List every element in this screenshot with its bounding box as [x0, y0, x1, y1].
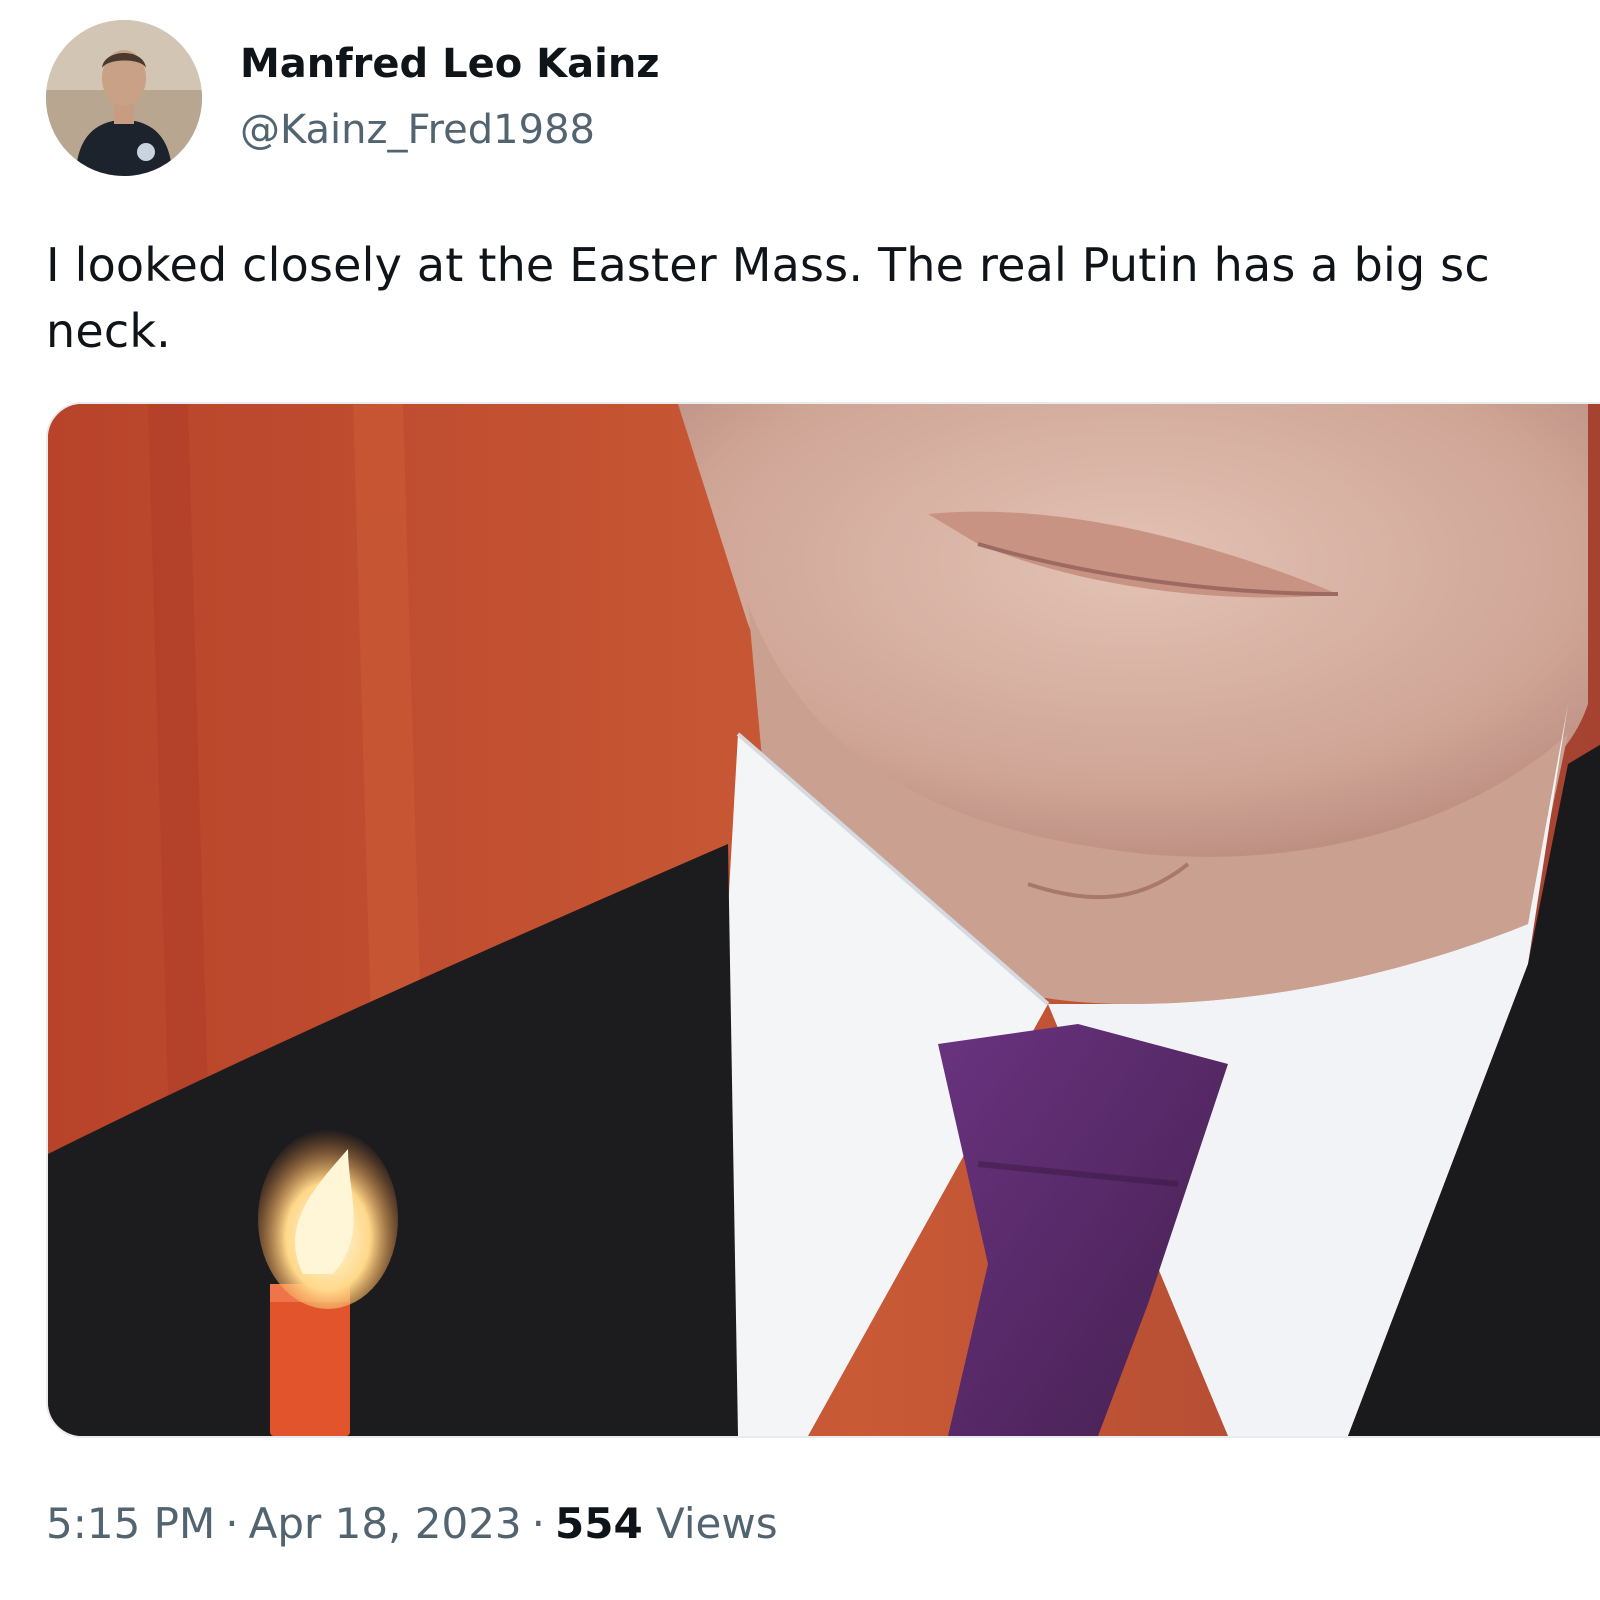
author-display-name[interactable]: Manfred Leo Kainz	[240, 36, 660, 92]
author-handle[interactable]: @Kainz_Fred1988	[240, 102, 660, 158]
tweet-metadata: 5:15 PM · Apr 18, 2023 · 554 Views	[46, 1494, 778, 1554]
author-info: Manfred Leo Kainz @Kainz_Fred1988	[240, 36, 660, 158]
tweet-text-line: neck.	[46, 304, 172, 358]
author-avatar[interactable]	[46, 20, 202, 176]
separator-dot: ·	[225, 1499, 239, 1548]
views-label: Views	[656, 1499, 778, 1548]
tweet-text: I looked closely at the Easter Mass. The…	[46, 232, 1600, 364]
views-count: 554	[555, 1499, 643, 1548]
photo-candle-suit-tie-icon	[48, 404, 1600, 1436]
tweet-card: Manfred Leo Kainz @Kainz_Fred1988 I look…	[0, 0, 1600, 1600]
separator-dot: ·	[531, 1499, 545, 1548]
tweet-media-photo[interactable]	[46, 402, 1600, 1438]
tweet-date[interactable]: Apr 18, 2023	[249, 1499, 522, 1548]
tweet-text-line: I looked closely at the Easter Mass. The…	[46, 238, 1490, 292]
tweet-time[interactable]: 5:15 PM	[46, 1499, 215, 1548]
avatar-photo-icon	[46, 20, 202, 176]
